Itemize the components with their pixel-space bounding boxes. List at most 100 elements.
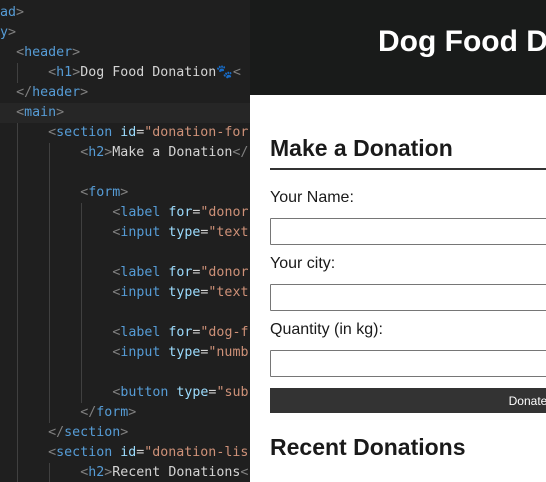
code-token: "text bbox=[208, 225, 249, 240]
indent-guide bbox=[81, 323, 83, 343]
code-token: Make a Donation bbox=[112, 145, 233, 160]
code-token: "text bbox=[208, 285, 249, 300]
indent-guide bbox=[17, 63, 19, 83]
indent-guide bbox=[81, 243, 83, 263]
indent-guide bbox=[17, 223, 19, 243]
code-token: < bbox=[48, 125, 57, 140]
indent-guide bbox=[49, 363, 51, 383]
code-token: section bbox=[64, 425, 121, 440]
code-line-content: <h1>Dog Food Donation🐾< bbox=[48, 63, 241, 83]
code-token: type bbox=[168, 285, 201, 300]
code-token: label bbox=[120, 205, 161, 220]
code-token: "donor bbox=[200, 265, 249, 280]
code-line-content: <section id="donation-for bbox=[48, 123, 248, 143]
code-token: Dog Food Donation bbox=[80, 65, 217, 80]
code-token: for bbox=[168, 265, 193, 280]
code-token: > bbox=[128, 405, 137, 420]
code-token: "dog-f bbox=[200, 325, 249, 340]
code-line-content: <label for="donor bbox=[112, 203, 248, 223]
code-line-content: <form> bbox=[80, 183, 128, 203]
indent-guide bbox=[17, 183, 19, 203]
indent-guide bbox=[49, 243, 51, 263]
donor-name-input[interactable] bbox=[270, 218, 546, 245]
indent-guide bbox=[17, 403, 19, 423]
indent-guide bbox=[17, 443, 19, 463]
code-line-content: <h2>Make a Donation</ bbox=[80, 143, 248, 163]
code-token: h1 bbox=[56, 65, 73, 80]
code-line-content: </section> bbox=[48, 423, 128, 443]
indent-guide bbox=[49, 383, 51, 403]
code-token: </ bbox=[48, 425, 65, 440]
code-token: input bbox=[120, 225, 161, 240]
indent-guide bbox=[17, 303, 19, 323]
code-token: header bbox=[32, 85, 81, 100]
indent-guide bbox=[81, 203, 83, 223]
donor-city-label: Your city: bbox=[270, 255, 336, 272]
indent-guide bbox=[49, 283, 51, 303]
indent-guide bbox=[81, 283, 83, 303]
indent-guide bbox=[17, 363, 19, 383]
code-token: > bbox=[72, 45, 81, 60]
recent-donations-title: Recent Donations bbox=[270, 434, 466, 460]
code-editor[interactable]: head>ody><header><h1>Dog Food Donation🐾<… bbox=[0, 0, 250, 482]
code-line-content: head> bbox=[0, 3, 24, 23]
indent-guide bbox=[17, 203, 19, 223]
code-line-content: <header> bbox=[16, 43, 80, 63]
code-line-content: </header> bbox=[16, 83, 88, 103]
code-line-content: <button type="sub bbox=[112, 383, 248, 403]
indent-guide bbox=[17, 323, 19, 343]
site-header: Dog Food Donation bbox=[250, 0, 546, 95]
code-token: ody bbox=[0, 25, 9, 40]
code-line-content: <h2>Recent Donations< bbox=[80, 463, 248, 482]
code-token: < bbox=[16, 45, 25, 60]
code-token: < bbox=[16, 105, 25, 120]
indent-guide bbox=[17, 123, 19, 143]
donation-form-title: Make a Donation bbox=[270, 135, 453, 161]
code-token: for bbox=[168, 205, 193, 220]
site-title: Dog Food Donation bbox=[378, 25, 546, 58]
code-token: </ bbox=[232, 145, 249, 160]
donor-city-input[interactable] bbox=[270, 284, 546, 311]
indent-guide bbox=[49, 403, 51, 423]
indent-guide bbox=[17, 243, 19, 263]
indent-guide bbox=[81, 263, 83, 283]
code-token: > bbox=[16, 5, 25, 20]
indent-guide bbox=[49, 183, 51, 203]
code-token: label bbox=[120, 265, 161, 280]
indent-guide bbox=[49, 263, 51, 283]
code-token: > bbox=[56, 105, 65, 120]
code-line-content: <input type="numb bbox=[112, 343, 248, 363]
code-token: id bbox=[120, 445, 137, 460]
indent-guide bbox=[17, 143, 19, 163]
code-token: Recent Donations bbox=[112, 465, 241, 480]
code-line-content: <label for="dog-f bbox=[112, 323, 248, 343]
code-line-content: <label for="donor bbox=[112, 263, 248, 283]
indent-guide bbox=[17, 463, 19, 482]
indent-guide bbox=[49, 463, 51, 482]
quantity-input[interactable] bbox=[270, 350, 546, 377]
code-token: </ bbox=[16, 85, 33, 100]
code-token: h2 bbox=[88, 145, 105, 160]
code-line-content: <input type="text bbox=[112, 283, 248, 303]
code-line-content: </form> bbox=[80, 403, 136, 423]
indent-guide bbox=[81, 223, 83, 243]
indent-guide bbox=[17, 343, 19, 363]
indent-guide bbox=[17, 383, 19, 403]
code-token: label bbox=[120, 325, 161, 340]
code-token: 🐾 bbox=[216, 65, 233, 80]
indent-guide bbox=[49, 163, 51, 183]
indent-guide bbox=[49, 323, 51, 343]
indent-guide bbox=[81, 383, 83, 403]
indent-guide bbox=[81, 303, 83, 323]
code-token: main bbox=[24, 105, 57, 120]
code-token: "donation-for bbox=[144, 125, 249, 140]
code-token: "sub bbox=[216, 385, 249, 400]
indent-guide bbox=[81, 363, 83, 383]
code-token: > bbox=[72, 65, 81, 80]
donate-button[interactable]: Donate bbox=[270, 388, 546, 413]
code-token: header bbox=[24, 45, 73, 60]
browser-preview: Dog Food Donation Make a Donation Your N… bbox=[250, 0, 546, 482]
indent-guide bbox=[17, 423, 19, 443]
code-token: type bbox=[168, 345, 201, 360]
code-token: "donation-lis bbox=[144, 445, 249, 460]
